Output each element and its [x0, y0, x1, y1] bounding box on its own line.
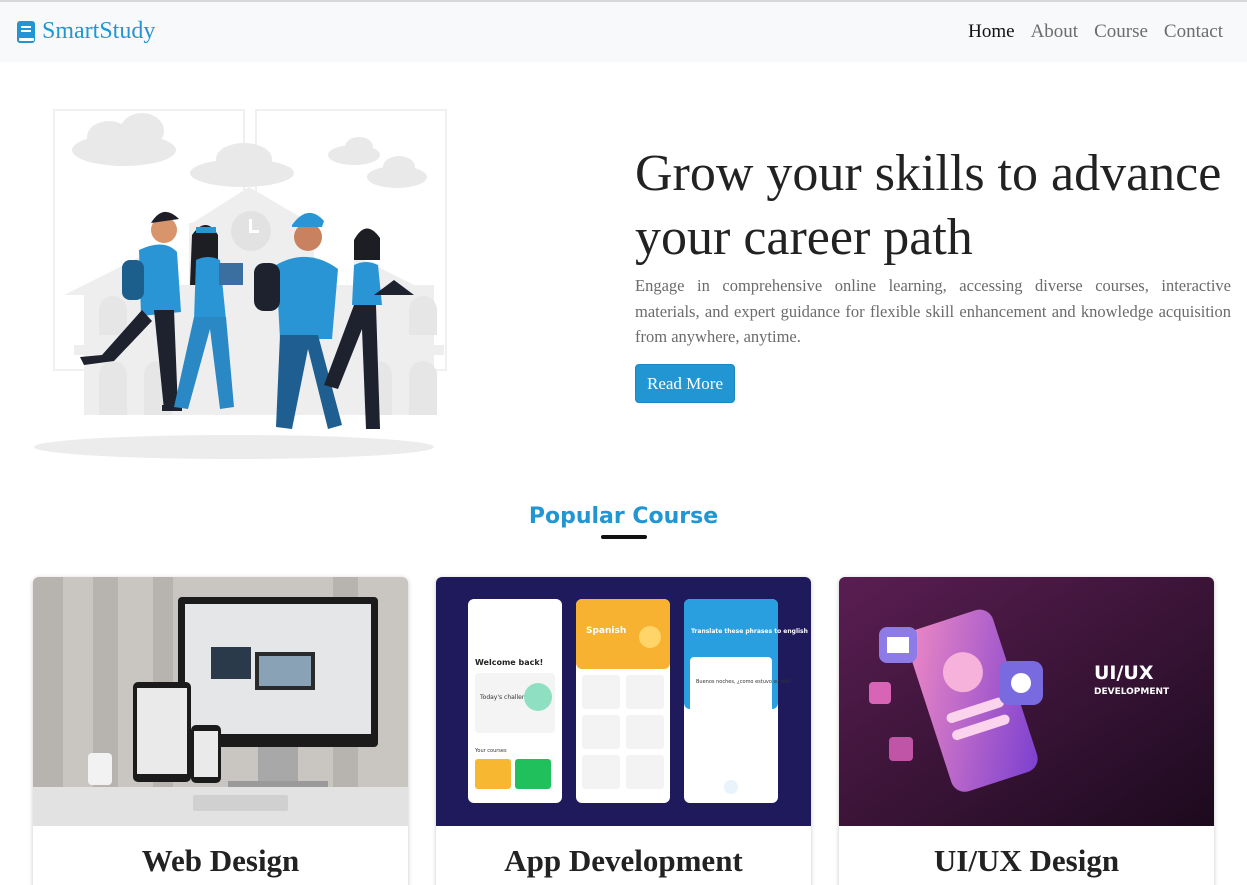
hero-title: Grow your skills to advance your career … — [635, 145, 1222, 266]
read-more-button[interactable]: Read More — [635, 364, 735, 403]
course-title: App Development — [504, 843, 743, 878]
section-underline — [601, 535, 647, 539]
nav-item-course[interactable]: Course — [1094, 21, 1148, 43]
course-card-app-development[interactable]: Welcome back! Today's challenge Your cou… — [436, 577, 811, 885]
course-title: Web Design — [141, 843, 300, 878]
nav-item-about[interactable]: About — [1031, 21, 1079, 43]
ui-ux-design-image: UI/UX DEVELOPMENT — [839, 577, 1214, 826]
app-prompt-text: Translate these phrases to english — [691, 628, 808, 635]
nav-item-contact[interactable]: Contact — [1164, 21, 1223, 43]
course-card-ui-ux-design[interactable]: UI/UX DEVELOPMENT UI/UX Design — [839, 577, 1214, 885]
app-courses-text: Your courses — [474, 748, 507, 754]
course-card-web-design[interactable]: Web Design — [33, 577, 408, 885]
app-phrase-text: Buenos noches, ¿como estuvo su día? — [696, 678, 791, 685]
web-design-image — [33, 577, 408, 826]
uiux-image-subheading: DEVELOPMENT — [1094, 687, 1170, 697]
students-illustration — [34, 109, 447, 459]
section-title: Popular Course — [528, 504, 719, 529]
app-language-text: Spanish — [586, 626, 626, 636]
book-icon — [17, 20, 35, 43]
navbar: SmartStudy Home About Course Contact — [0, 0, 1247, 62]
course-title: UI/UX Design — [933, 843, 1120, 878]
hero-description: Engage in comprehensive online learning,… — [635, 276, 1231, 346]
brand-name: SmartStudy — [42, 18, 156, 44]
app-development-image: Welcome back! Today's challenge Your cou… — [436, 577, 811, 826]
brand-link[interactable]: SmartStudy — [16, 18, 155, 45]
app-welcome-text: Welcome back! — [475, 658, 543, 667]
uiux-image-heading: UI/UX — [1094, 662, 1154, 684]
nav-item-home[interactable]: Home — [968, 21, 1014, 43]
nav-menu: Home About Course Contact — [968, 21, 1223, 43]
